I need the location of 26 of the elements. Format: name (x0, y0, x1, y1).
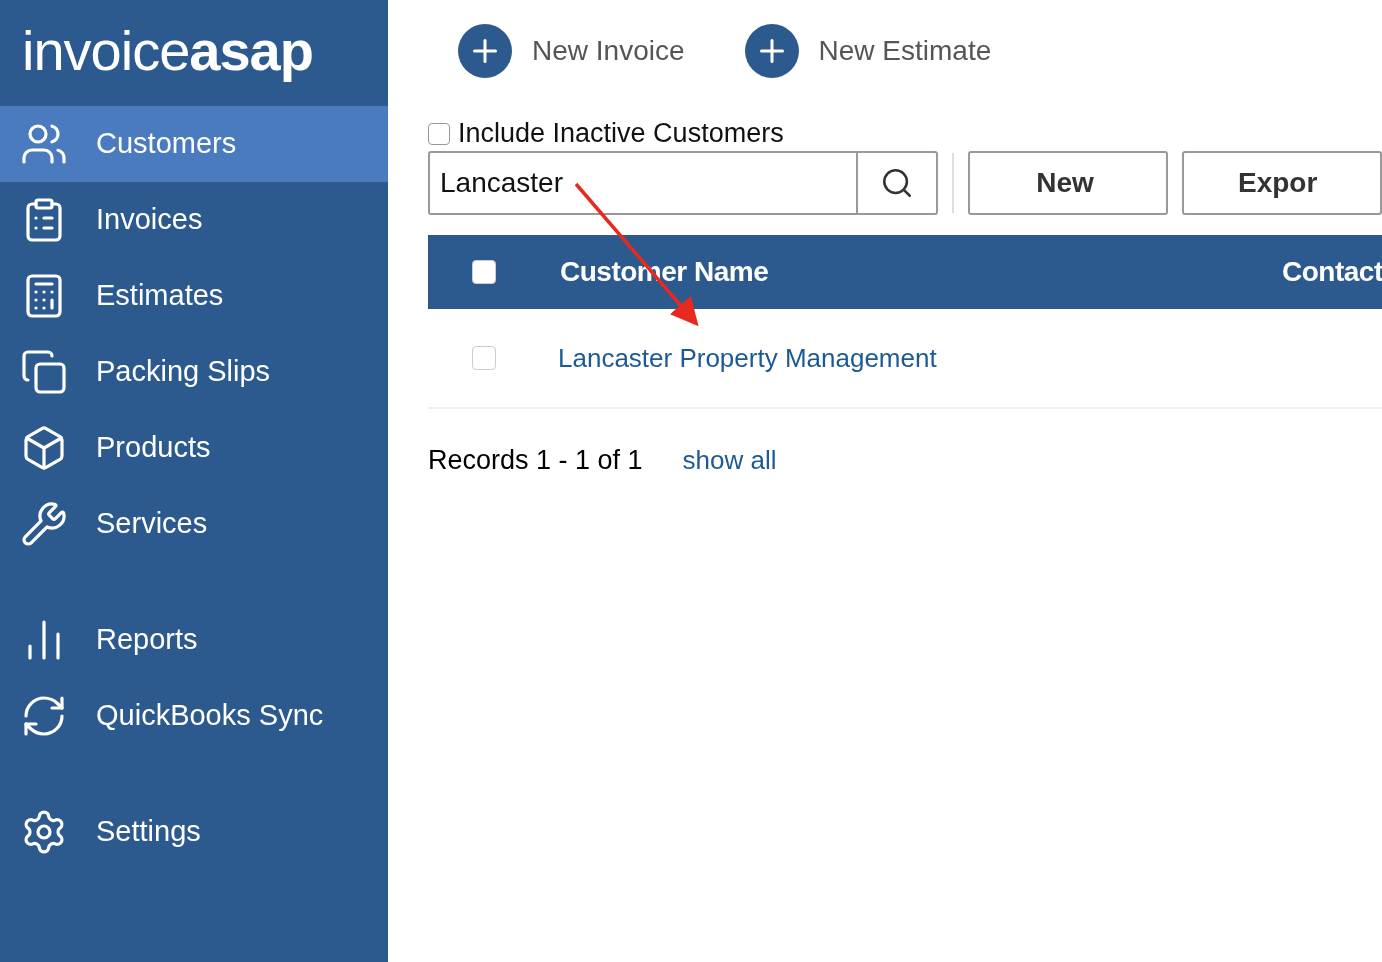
search-field[interactable]: Lancaster (428, 151, 857, 215)
new-button[interactable]: New Estimate (744, 24, 992, 78)
show-all-link[interactable]: show all (682, 445, 777, 476)
sidebar-item[interactable]: Invoices (0, 181, 388, 258)
sidebar-item[interactable]: Services (0, 485, 388, 562)
customer-link[interactable]: Lancaster Property Management (558, 342, 937, 374)
checkbox[interactable] (428, 122, 450, 145)
export-button[interactable]: Expor (1182, 151, 1382, 215)
checkbox-label: Include Inactive Customers (458, 118, 784, 149)
sidebar-item[interactable]: QuickBooks Sync (0, 677, 388, 754)
checkbox[interactable] (472, 346, 496, 370)
sidebar-item[interactable]: Packing Slips (0, 333, 388, 410)
sidebar-item[interactable]: Customers (0, 105, 388, 182)
records-count: Records 1 - 1 of 1 (428, 445, 643, 476)
pages-icon (20, 347, 68, 396)
sidebar-item[interactable]: Reports (0, 601, 388, 678)
sidebar-item[interactable]: Products (0, 409, 388, 486)
logo: invoiceasap (21, 18, 314, 84)
new-button[interactable]: New Invoice (458, 24, 685, 78)
checkbox[interactable] (472, 260, 496, 284)
search-button[interactable] (856, 151, 939, 215)
new-button[interactable]: New (968, 151, 1168, 215)
column-header: Contact (1282, 256, 1382, 288)
sidebar-item[interactable]: Settings (0, 793, 388, 870)
wrench-icon (20, 499, 68, 548)
sidebar-item[interactable]: Estimates (0, 257, 388, 334)
